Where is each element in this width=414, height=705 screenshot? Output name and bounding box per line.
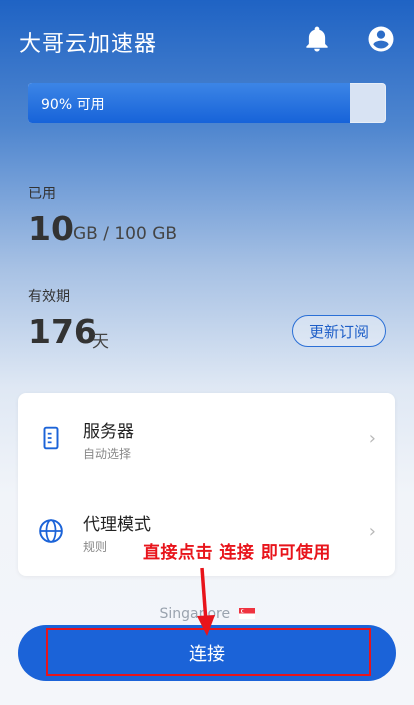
validity-value: 176 <box>28 312 97 351</box>
singapore-flag-icon <box>238 608 255 619</box>
used-label: 已用 <box>28 186 56 202</box>
app-title: 大哥云加速器 <box>19 32 158 57</box>
chevron-right-icon: › <box>368 521 376 542</box>
globe-icon <box>39 519 63 543</box>
proxy-mode-title: 代理模式 <box>83 515 151 535</box>
instruction-annotation: 直接点击 连接 即可使用 <box>143 543 331 563</box>
quota-progress-bar: 90% 可用 <box>28 83 386 123</box>
server-icon <box>43 426 59 450</box>
server-row[interactable]: 服务器 自动选择 › <box>18 393 395 483</box>
used-unit: GB / 100 GB <box>73 224 178 244</box>
quota-label: 90% 可用 <box>41 97 105 113</box>
used-value: 10 <box>28 209 74 248</box>
annotation-arrow <box>197 567 215 636</box>
account-circle-icon[interactable] <box>366 24 396 54</box>
validity-unit: 天 <box>92 332 109 352</box>
connect-label: 连接 <box>189 644 225 665</box>
renew-subscription-button[interactable]: 更新订阅 <box>292 315 386 347</box>
server-title: 服务器 <box>83 422 134 442</box>
chevron-right-icon: › <box>368 428 376 449</box>
validity-label: 有效期 <box>28 289 70 305</box>
server-subtitle: 自动选择 <box>83 447 132 461</box>
bell-icon[interactable] <box>302 24 332 54</box>
proxy-mode-subtitle: 规则 <box>83 540 108 554</box>
